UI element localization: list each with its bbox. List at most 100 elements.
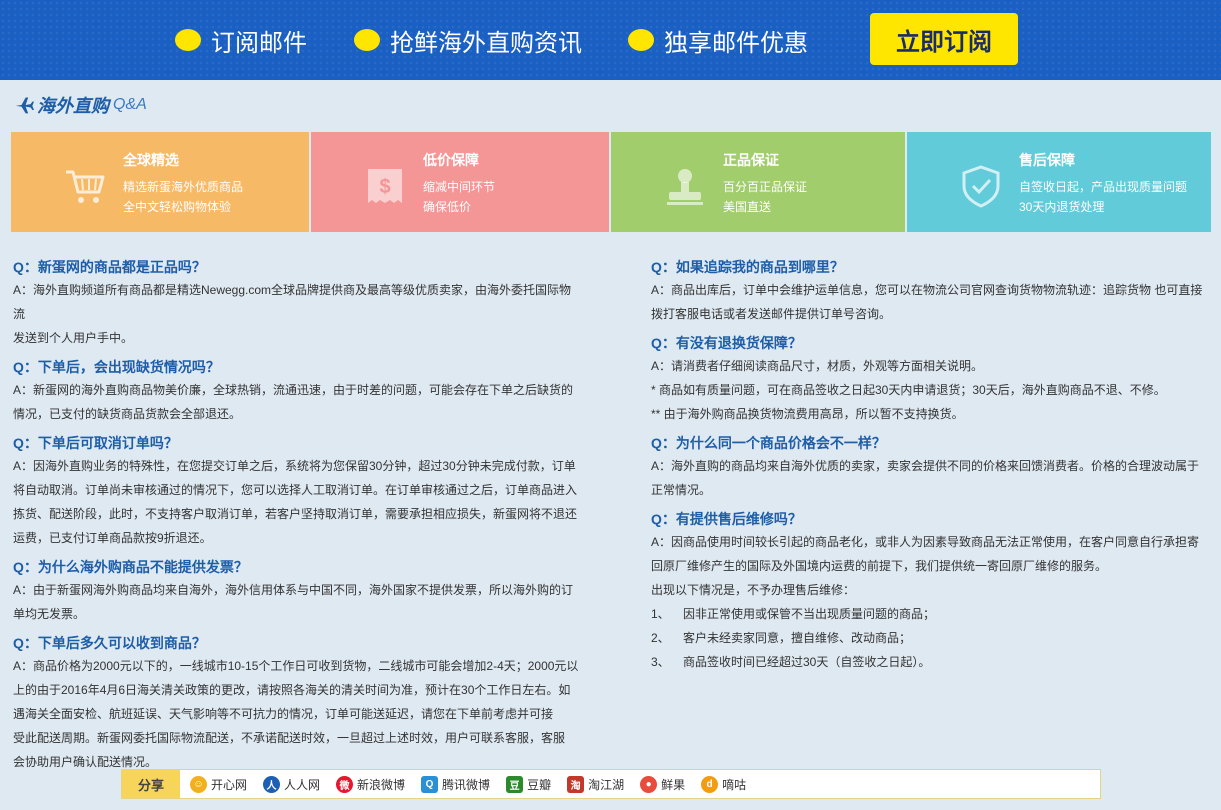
card-after-sales: 售后保障 自签收日起，产品出现质量问题 30天内退货处理 xyxy=(907,132,1211,232)
share-xianguo[interactable]: ● 鲜果 xyxy=(640,775,686,793)
faq-answer-line: 遇海关全面安检、航班延误、天气影响等不可抗力的情况，订单可能送延迟，请您在下单前… xyxy=(13,707,554,721)
card-line: 缩减中间环节 xyxy=(423,180,496,194)
price-receipt-icon: $ xyxy=(368,169,402,203)
faq-answer-line: 1、 因非正常使用或保管不当出现质量问题的商品； xyxy=(651,607,936,621)
faq-answer-line: 运费，已支付订单商品款按9折退还。 xyxy=(13,531,212,545)
faq-answer-line: A：商品出库后，订单中会维护运单信息，您可以在物流公司官网查询货物物流轨迹：追踪… xyxy=(651,283,1203,297)
faq-answer-line: 情况，已支付的缺货商品货款会全部退还。 xyxy=(13,407,242,421)
section-title-cn: 海外直购 xyxy=(37,96,109,116)
subscribe-banner: 订阅邮件 抢鲜海外直购资讯 独享邮件优惠 立即订阅 xyxy=(0,0,1221,80)
faq-answer-line: 2、 客户未经卖家同意，擅自维修、改动商品； xyxy=(651,631,912,645)
shield-check-icon xyxy=(962,165,1000,208)
faq-question: Q：为什么同一个商品价格会不一样？ xyxy=(651,435,886,451)
faq-answer-line: 出现以下情况是，不予办理售后维修： xyxy=(651,583,856,597)
card-line: 百分百正品保证 xyxy=(723,180,808,194)
faq-answer-line: A：因商品使用时间较长引起的商品老化，或非人为因素导致商品无法正常使用，在客户同… xyxy=(651,535,1200,549)
faq-answer-line: A：新蛋网的海外直购商品物美价廉，全球热销，流通迅速，由于时差的问题，可能会存在… xyxy=(13,383,574,397)
faq-answer-line: A：请消费者仔细阅读商品尺寸，材质，外观等方面相关说明。 xyxy=(651,359,984,373)
faq-answer-line: 正常情况。 xyxy=(651,483,712,497)
bullet-icon xyxy=(354,29,380,51)
share-item-label: 腾讯微博 xyxy=(442,777,491,792)
section-title-en: Q&A xyxy=(113,96,147,113)
banner-feature-offers: 独享邮件优惠 xyxy=(628,24,808,57)
banner-feature-news: 抢鲜海外直购资讯 xyxy=(354,24,582,57)
faq-item: Q：为什么海外购商品不能提供发票？ A：由于新蛋网海外购商品均来自海外，海外信用… xyxy=(13,556,583,626)
card-line: 全中文轻松购物体验 xyxy=(123,200,232,214)
share-douban[interactable]: 豆 豆瓣 xyxy=(506,775,552,793)
faq-answer-line: 将自动取消。订单尚未审核通过的情况下，您可以选择人工取消订单。在订单审核通过之后… xyxy=(13,483,578,497)
faq-left-column: Q：新蛋网的商品都是正品吗？ A：海外直购频道所有商品都是精选Newegg.co… xyxy=(13,256,583,774)
share-bar: 分享 ☺ 开心网 人 人人网 微 新浪微博 Q 腾讯微博 豆 豆瓣 淘 淘江湖 … xyxy=(121,769,1101,799)
faq-answer-line: A：商品价格为2000元以下的，一线城市10-15个工作日可收到货物，二线城市可… xyxy=(13,659,579,673)
banner-feature-subscribe: 订阅邮件 xyxy=(175,24,307,57)
faq-answer: A：因商品使用时间较长引起的商品老化，或非人为因素导致商品无法正常使用，在客户同… xyxy=(651,530,1211,674)
taojianghu-icon: 淘 xyxy=(567,775,585,793)
share-tencent-weibo[interactable]: Q 腾讯微博 xyxy=(421,775,491,793)
faq-answer-line: 上的由于2016年4月6日海关清关政策的更改，请按照各海关的清关时间为准，预计在… xyxy=(13,683,571,697)
kaixin-icon: ☺ xyxy=(190,775,207,793)
faq-right-column: Q：如果追踪我的商品到哪里？ A：商品出库后，订单中会维护运单信息，您可以在物流… xyxy=(651,256,1211,674)
share-taojianghu[interactable]: 淘 淘江湖 xyxy=(567,775,624,793)
faq-item: Q：为什么同一个商品价格会不一样？ A：海外直购的商品均来自海外优质的卖家，卖家… xyxy=(651,432,1211,502)
share-item-label: 新浪微博 xyxy=(357,777,406,792)
faq-question: Q：下单后可取消订单吗？ xyxy=(13,435,178,451)
sina-weibo-icon: 微 xyxy=(336,775,354,793)
feature-cards: 全球精选 精选新蛋海外优质商品 全中文轻松购物体验 $ 低价保障 缩减中间环节 … xyxy=(11,132,1211,232)
share-item-label: 嘀咕 xyxy=(722,777,747,792)
svg-text:$: $ xyxy=(379,176,390,198)
faq-question: Q：下单后多久可以收到商品？ xyxy=(13,635,206,651)
share-item-label: 鲜果 xyxy=(661,777,686,792)
card-line: 30天内退货处理 xyxy=(1019,200,1105,214)
share-item-label: 人人网 xyxy=(284,777,321,792)
bullet-icon xyxy=(175,29,201,51)
card-global-selection: 全球精选 精选新蛋海外优质商品 全中文轻松购物体验 xyxy=(11,132,309,232)
share-label: 分享 xyxy=(122,770,180,798)
faq-answer: A：新蛋网的海外直购商品物美价廉，全球热销，流通迅速，由于时差的问题，可能会存在… xyxy=(13,378,583,426)
faq-answer-line: A：海外直购的商品均来自海外优质的卖家，卖家会提供不同的价格来回馈消费者。价格的… xyxy=(651,459,1200,473)
share-item-label: 豆瓣 xyxy=(527,777,552,792)
share-sina-weibo[interactable]: 微 新浪微博 xyxy=(336,775,406,793)
faq-answer-line: * 商品如有质量问题，可在商品签收之日起30天内申请退货；30天后，海外直购商品… xyxy=(651,383,1166,397)
banner-feature-label: 独享邮件优惠 xyxy=(664,29,808,57)
banner-feature-label: 抢鲜海外直购资讯 xyxy=(390,29,582,57)
faq-answer: A：商品价格为2000元以下的，一线城市10-15个工作日可收到货物，二线城市可… xyxy=(13,654,583,774)
faq-item: Q：有提供售后维修吗？ A：因商品使用时间较长引起的商品老化，或非人为因素导致商… xyxy=(651,508,1211,674)
faq-answer: A：海外直购频道所有商品都是精选Newegg.com全球品牌提供商及最高等级优质… xyxy=(13,278,583,350)
faq-item: Q：下单后，会出现缺货情况吗？ A：新蛋网的海外直购商品物美价廉，全球热销，流通… xyxy=(13,356,583,426)
card-line: 美国直送 xyxy=(723,200,772,214)
faq-answer-line: A：由于新蛋网海外购商品均来自海外，海外信用体系与中国不同，海外国家不提供发票，… xyxy=(13,583,574,597)
faq-answer-line: ** 由于海外购商品换货物流费用高昂，所以暂不支持换货。 xyxy=(651,407,964,421)
faq-answer-line: 拣货、配送阶段，此时，不支持客户取消订单，若客户坚持取消订单，需要承担相应损失，… xyxy=(13,507,578,521)
renren-icon: 人 xyxy=(263,775,281,793)
faq-answer: A：请消费者仔细阅读商品尺寸，材质，外观等方面相关说明。 * 商品如有质量问题，… xyxy=(651,354,1211,426)
share-digu[interactable]: d 嘀咕 xyxy=(701,775,747,793)
digu-icon: d xyxy=(701,775,719,793)
faq-item: Q：如果追踪我的商品到哪里？ A：商品出库后，订单中会维护运单信息，您可以在物流… xyxy=(651,256,1211,326)
faq-question: Q：有提供售后维修吗？ xyxy=(651,511,802,527)
faq-answer-line: 回原厂维修产生的国际及外国境内运费的前提下，我们提供统一寄回原厂维修的服务。 xyxy=(651,559,1108,573)
faq-answer: A：由于新蛋网海外购商品均来自海外，海外信用体系与中国不同，海外国家不提供发票，… xyxy=(13,578,583,626)
card-title: 正品保证 xyxy=(723,152,779,168)
faq-answer-line: 拨打客服电话或者发送邮件提供订单号咨询。 xyxy=(651,307,892,321)
faq-item: Q：新蛋网的商品都是正品吗？ A：海外直购频道所有商品都是精选Newegg.co… xyxy=(13,256,583,350)
tencent-weibo-icon: Q xyxy=(421,775,439,793)
faq-question: Q：有没有退换货保障？ xyxy=(651,335,802,351)
card-line: 精选新蛋海外优质商品 xyxy=(123,180,244,194)
faq-answer-line: 3、 商品签收时间已经超过30天（自签收之日起）。 xyxy=(651,655,931,669)
faq-answer-line: 单均无发票。 xyxy=(13,607,86,621)
faq-answer: A：商品出库后，订单中会维护运单信息，您可以在物流公司官网查询货物物流轨迹：追踪… xyxy=(651,278,1211,326)
faq-answer-line: 受此配送周期。新蛋网委托国际物流配送，不承诺配送时效，一旦超过上述时效，用户可联… xyxy=(13,731,566,745)
bullet-icon xyxy=(628,29,654,51)
faq-question: Q：下单后，会出现缺货情况吗？ xyxy=(13,359,220,375)
faq-answer-line: A：因海外直购业务的特殊性，在您提交订单之后，系统将为您保留30分钟，超过30分… xyxy=(13,459,576,473)
share-renren[interactable]: 人 人人网 xyxy=(263,775,321,793)
subscribe-now-button[interactable]: 立即订阅 xyxy=(870,13,1018,65)
faq-question: Q：新蛋网的商品都是正品吗？ xyxy=(13,259,206,275)
faq-answer-line: 发送到个人用户手中。 xyxy=(13,331,134,345)
card-title: 售后保障 xyxy=(1019,152,1075,168)
banner-feature-label: 订阅邮件 xyxy=(211,29,307,57)
share-kaixin[interactable]: ☺ 开心网 xyxy=(190,775,247,793)
faq-question: Q：如果追踪我的商品到哪里？ xyxy=(651,259,844,275)
faq-answer: A：海外直购的商品均来自海外优质的卖家，卖家会提供不同的价格来回馈消费者。价格的… xyxy=(651,454,1211,502)
cart-icon xyxy=(66,170,105,203)
